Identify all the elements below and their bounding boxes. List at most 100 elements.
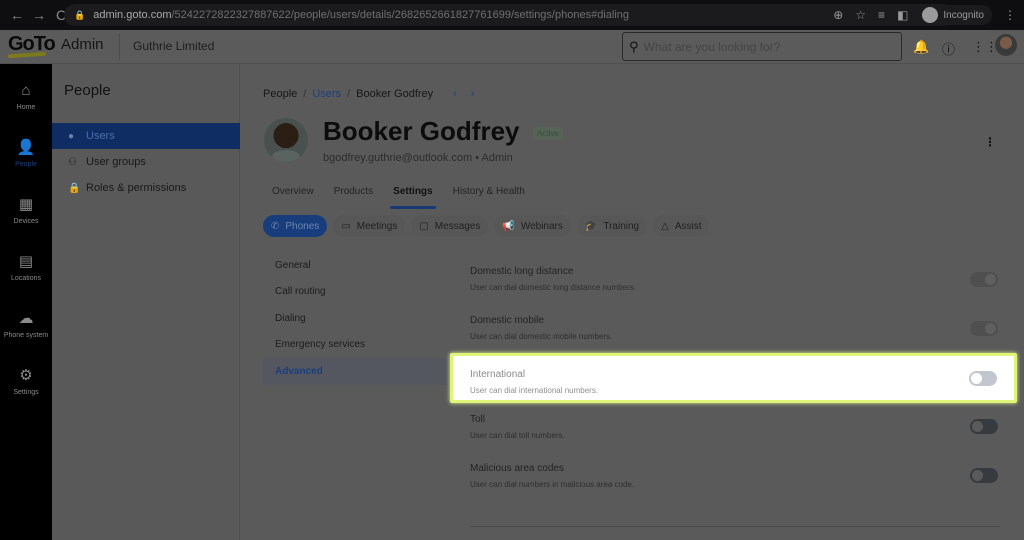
toggle-malicious-area-codes[interactable] [970, 468, 998, 483]
setting-title: Malicious area codes [470, 463, 564, 474]
rail-item-people[interactable]: 👤 People [0, 139, 52, 168]
setting-description: User can dial toll numbers. [470, 431, 565, 440]
url-host: admin.goto.com [93, 9, 172, 21]
section-advanced[interactable]: Advanced [263, 358, 447, 385]
setting-title: Domestic long distance [470, 266, 574, 277]
side-panel-icon[interactable]: ◧ [897, 8, 908, 22]
incognito-label: Incognito [943, 9, 984, 21]
rail-label: People [15, 161, 37, 168]
setting-title: Toll [470, 414, 486, 425]
app-grid-icon[interactable]: ⋮⋮ [972, 39, 998, 55]
toggle-knob [985, 274, 996, 285]
subnav-item-label: Users [86, 130, 115, 142]
rail-label: Devices [13, 218, 39, 225]
tab-settings[interactable]: Settings [384, 180, 441, 209]
address-bar[interactable]: 🔒 admin.goto.com /5242272822327887622/pe… [64, 4, 954, 26]
zoom-icon[interactable]: ⊕ [833, 8, 843, 22]
toggle-toll[interactable] [970, 419, 998, 434]
previous-user-icon[interactable]: ‹ [453, 88, 471, 100]
section-emergency-services[interactable]: Emergency services [263, 332, 447, 359]
subnav-item-users[interactable]: ● Users [52, 123, 240, 149]
search-input[interactable] [643, 39, 884, 54]
bookmark-star-icon[interactable]: ☆ [855, 8, 866, 22]
rail-label: Locations [11, 275, 41, 282]
browser-toolbar: ← → C 🔒 admin.goto.com /5242272822327887… [0, 0, 1024, 30]
user-group-icon: ⚇ [68, 156, 77, 168]
building-icon: ▤ [18, 253, 34, 270]
assist-icon: △ [661, 220, 669, 232]
user-name: Booker Godfrey [323, 116, 520, 146]
subnav-item-user-groups[interactable]: ⚇ User groups [52, 149, 240, 175]
rail-item-locations[interactable]: ▤ Locations [0, 253, 52, 282]
toggle-knob [985, 323, 996, 334]
browser-actions: ⊕ ☆ ≡ ◧ Incognito ⋮ [833, 0, 1016, 30]
tab-products[interactable]: Products [325, 180, 382, 208]
forward-icon[interactable]: → [28, 7, 50, 23]
pill-meetings[interactable]: ▭ Meetings [333, 215, 406, 237]
toggle-knob [972, 470, 983, 481]
pill-label: Meetings [356, 220, 398, 232]
notification-bell-icon[interactable]: 🔔 [913, 39, 929, 55]
people-subnav: People ● Users ⚇ User groups 🔒 Roles & p… [52, 64, 240, 540]
pill-label: Assist [674, 220, 702, 232]
browser-menu-icon[interactable]: ⋮ [1004, 8, 1016, 22]
back-icon[interactable]: ← [6, 7, 28, 23]
user-tabs: Overview Products Settings History & Hea… [263, 180, 536, 209]
lock-icon: 🔒 [74, 9, 86, 20]
pill-webinars[interactable]: 📢 Webinars [494, 215, 571, 237]
toggle-domestic-mobile[interactable] [970, 321, 998, 336]
lock-icon: 🔒 [68, 182, 81, 194]
toggle-domestic-long-distance[interactable] [970, 272, 998, 287]
phone-icon: ✆ [271, 220, 280, 232]
breadcrumb-separator: / [347, 88, 351, 100]
setting-description: User can dial numbers in malicious area … [470, 480, 635, 489]
home-icon: ⌂ [21, 82, 31, 99]
next-user-icon[interactable]: › [471, 88, 489, 100]
section-call-routing[interactable]: Call routing [263, 279, 447, 306]
message-icon: ▢ [419, 220, 429, 232]
rail-item-phone-system[interactable]: ☁ Phone system [0, 310, 52, 339]
breadcrumb-users[interactable]: Users [312, 88, 341, 100]
toggle-international[interactable] [969, 371, 997, 386]
breadcrumb-current: Booker Godfrey [356, 88, 434, 100]
search-box[interactable]: ⚲ [622, 32, 902, 61]
help-icon[interactable]: ⓘ [942, 39, 955, 58]
gear-icon: ⚙ [19, 367, 33, 384]
pill-label: Training [603, 220, 640, 232]
graduation-cap-icon: 🎓 [584, 220, 598, 232]
section-dialing[interactable]: Dialing [263, 305, 447, 332]
pill-label: Webinars [520, 220, 563, 232]
subnav-item-roles-permissions[interactable]: 🔒 Roles & permissions [52, 175, 240, 201]
user-icon: ● [68, 130, 75, 142]
rail-label: Phone system [3, 332, 49, 339]
setting-domestic-long-distance: Domestic long distance User can dial dom… [470, 266, 1010, 310]
video-camera-icon: ▭ [341, 220, 351, 232]
product-pills: ✆ Phones ▭ Meetings ▢ Messages 📢 Webinar… [263, 215, 710, 237]
incognito-icon [922, 7, 939, 23]
more-options-icon[interactable]: ⋮ [984, 135, 996, 149]
rail-item-home[interactable]: ⌂ Home [0, 82, 52, 111]
section-general[interactable]: General [263, 252, 447, 279]
pill-phones[interactable]: ✆ Phones [263, 215, 328, 237]
megaphone-icon: 📢 [502, 220, 515, 232]
pill-messages[interactable]: ▢ Messages [411, 215, 489, 237]
pill-assist[interactable]: △ Assist [653, 215, 710, 237]
tab-overview[interactable]: Overview [263, 180, 323, 208]
app-header: GoTo Admin Guthrie Limited ⚲ 🔔 ⓘ ⋮⋮ [0, 30, 1024, 64]
company-name[interactable]: Guthrie Limited [133, 39, 214, 53]
media-icon[interactable]: ≡ [878, 8, 885, 22]
breadcrumb-people[interactable]: People [263, 88, 297, 100]
rail-item-devices[interactable]: ▦ Devices [0, 196, 52, 225]
setting-description: User can dial international numbers. [470, 386, 599, 395]
subnav-title: People [64, 82, 111, 99]
rail-item-settings[interactable]: ⚙ Settings [0, 367, 52, 396]
section-divider [470, 526, 1000, 527]
left-rail: ⌂ Home 👤 People ▦ Devices ▤ Locations ☁ … [0, 64, 52, 540]
incognito-badge[interactable]: Incognito [920, 5, 992, 25]
pill-training[interactable]: 🎓 Training [576, 215, 648, 237]
setting-toll: Toll User can dial toll numbers. [470, 414, 1010, 458]
profile-avatar[interactable] [995, 34, 1017, 56]
tab-history-health[interactable]: History & Health [444, 180, 534, 208]
setting-malicious-area-codes: Malicious area codes User can dial numbe… [470, 463, 1010, 507]
rail-label: Home [16, 104, 36, 111]
